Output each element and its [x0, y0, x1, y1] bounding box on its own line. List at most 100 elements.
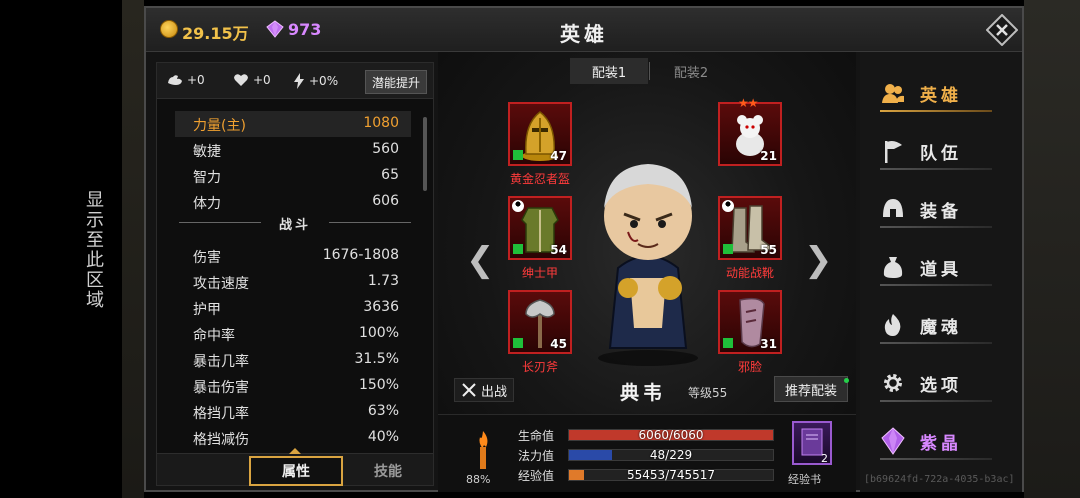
combat-row: 暴击几率 31.5% — [193, 351, 399, 375]
tab-attributes[interactable]: 属性 — [249, 456, 343, 486]
combat-stat-value: 1676-1808 — [322, 247, 399, 263]
item-level: 54 — [550, 243, 567, 257]
stats-scrollbar[interactable] — [423, 117, 427, 191]
tab-skills[interactable]: 技能 — [353, 456, 423, 486]
item-name: 黄金忍者盔 — [509, 172, 570, 186]
menu-label: 道具 — [920, 259, 962, 280]
combat-stat-name: 格挡减伤 — [193, 432, 249, 448]
speed-bonus-value: +0% — [309, 74, 339, 88]
gear-icon — [880, 370, 906, 396]
heroes-icon — [880, 80, 906, 106]
combat-stat-name: 攻击速度 — [193, 276, 249, 292]
background-right-strip — [1024, 0, 1080, 498]
equipment-slot-weapon[interactable]: 45 — [508, 290, 572, 354]
active-tab-indicator — [289, 448, 301, 454]
xp-label: 经验值 — [518, 469, 555, 483]
menu-label: 英雄 — [920, 85, 962, 106]
item-name: 长刃斧 — [521, 360, 558, 374]
mp-bar: 48/229 — [568, 448, 774, 462]
menu-label: 紫晶 — [920, 433, 962, 454]
combat-row: 命中率 100% — [193, 325, 399, 349]
exp-book-button[interactable]: 2 — [792, 421, 832, 465]
crossed-swords-icon — [462, 383, 476, 397]
menu-label: 队伍 — [920, 143, 962, 164]
combat-stat-value: 40% — [367, 429, 399, 445]
menu-label: 魔魂 — [920, 317, 962, 338]
attribute-name: 力量(主) — [193, 118, 246, 134]
strength-bonus-value: +0 — [187, 73, 205, 87]
side-safe-zone: 显示至此区域 — [0, 0, 122, 498]
attribute-panel: +0 +0 +0% 潜能提升 力量(主) 1080 敏捷 560 智力 65 体… — [156, 62, 434, 486]
combat-stat-value: 100% — [358, 325, 399, 341]
combat-header: 战斗 — [278, 218, 311, 233]
hero-status-panel: 88% 生命值 6060/6060 法力值 48/229 经验值 55453/7… — [438, 414, 856, 492]
attribute-name: 智力 — [193, 170, 221, 186]
notification-dot — [844, 378, 849, 383]
mp-text: 48/229 — [649, 448, 693, 462]
menu-label: 选项 — [920, 375, 962, 396]
equipment-slot-boots[interactable]: 55 — [718, 196, 782, 260]
combat-stat-value: 150% — [358, 377, 399, 393]
combat-stat-value: 31.5% — [354, 351, 399, 367]
combat-stat-name: 伤害 — [193, 250, 221, 266]
yin-yang-icon — [512, 200, 524, 212]
mp-label: 法力值 — [518, 449, 555, 463]
attribute-value: 65 — [381, 167, 399, 183]
flag-icon — [880, 138, 906, 164]
attribute-value: 1080 — [363, 115, 399, 131]
menu-item-items[interactable]: 道具 — [880, 248, 992, 286]
previous-hero-arrow[interactable]: ❮ — [466, 240, 495, 280]
tab-loadout-2[interactable]: 配装2 — [652, 58, 730, 84]
top-bar: 29.15万 973 英雄 — [146, 8, 1022, 52]
hero-level: 等级55 — [688, 386, 728, 400]
recommend-loadout-button[interactable]: 推荐配装 — [774, 376, 848, 402]
heart-icon — [234, 74, 248, 86]
combat-stat-value: 1.73 — [367, 273, 399, 289]
exp-book-count: 2 — [821, 452, 828, 465]
attribute-value: 606 — [372, 193, 399, 209]
deploy-label: 出战 — [480, 384, 507, 400]
background-left-strip — [122, 0, 144, 498]
item-level: 31 — [760, 337, 777, 351]
session-id-text: [b69624fd-722a-4035-b3ac] — [864, 474, 1015, 485]
next-hero-arrow[interactable]: ❯ — [804, 240, 833, 280]
combat-row: 攻击速度 1.73 — [193, 273, 399, 297]
tab-loadout-1[interactable]: 配装1 — [570, 58, 648, 84]
deploy-button[interactable]: 出战 — [454, 378, 514, 402]
equipment-slot-accessory[interactable]: 31 — [718, 290, 782, 354]
equipment-slot-armor[interactable]: 54 — [508, 196, 572, 260]
flame-icon — [880, 312, 906, 338]
menu-item-amethyst[interactable]: 紫晶 — [880, 422, 992, 460]
helmet-icon — [880, 196, 906, 222]
hp-text: 6060/6060 — [638, 428, 704, 442]
xp-text: 55453/745517 — [626, 468, 716, 482]
combat-row: 格挡几率 63% — [193, 403, 399, 427]
combat-row: 暴击伤害 150% — [193, 377, 399, 401]
close-button[interactable] — [986, 14, 1018, 46]
attribute-name: 敏捷 — [193, 144, 221, 160]
menu-item-options[interactable]: 选项 — [880, 364, 992, 402]
xp-bar: 55453/745517 — [568, 468, 774, 482]
menu-item-equipment[interactable]: 装备 — [880, 190, 992, 228]
attribute-row: 力量(主) 1080 — [193, 115, 399, 139]
left-tab-bar: 属性 技能 — [157, 448, 433, 486]
attribute-row: 敏捷 560 — [193, 141, 399, 165]
combat-stat-name: 格挡几率 — [193, 406, 249, 422]
hp-bar: 6060/6060 — [568, 428, 774, 442]
menu-item-souls[interactable]: 魔魂 — [880, 306, 992, 344]
hero-equipment-area: 配装1 配装2 47 黄金忍者盔 ★★ 21 54 绅士甲 55 动能战靴 45… — [438, 52, 856, 492]
equipment-slot-helmet[interactable]: 47 — [508, 102, 572, 166]
rarity-stars: ★★ — [738, 96, 758, 110]
combat-divider: 战斗 — [179, 214, 411, 233]
combat-row: 伤害 1676-1808 — [193, 247, 399, 271]
strength-bonus: +0 — [167, 73, 205, 87]
yin-yang-icon — [722, 200, 734, 212]
combat-stat-name: 命中率 — [193, 328, 235, 344]
equipment-slot-pet[interactable]: ★★ 21 — [718, 96, 782, 166]
menu-item-team[interactable]: 队伍 — [880, 132, 992, 170]
menu-item-heroes[interactable]: 英雄 — [880, 74, 992, 112]
potential-upgrade-button[interactable]: 潜能提升 — [365, 70, 427, 94]
lightning-icon — [294, 73, 304, 89]
item-level: 45 — [550, 337, 567, 351]
torch-icon — [479, 431, 488, 469]
